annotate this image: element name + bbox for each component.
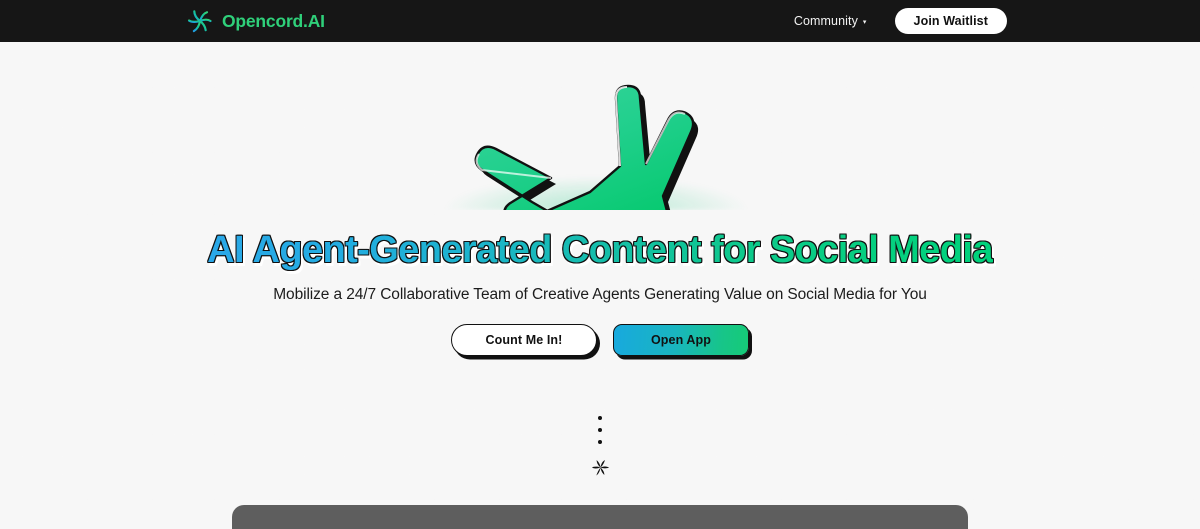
hero-artwork: [0, 42, 1200, 210]
count-me-in-button[interactable]: Count Me In!: [451, 324, 597, 356]
loading-indicator: [0, 416, 1200, 477]
brand-name: Opencord.AI: [222, 10, 325, 31]
pinwheel-spinner-icon: [591, 444, 610, 477]
chevron-down-icon: ▾: [862, 18, 867, 26]
nav-item-community-label: Community: [793, 14, 858, 28]
nav-item-community[interactable]: Community ▾: [794, 14, 867, 28]
green-hand-illustration: [0, 42, 1200, 210]
join-waitlist-button[interactable]: Join Waitlist: [894, 8, 1007, 34]
page-title-text: AI Agent-Generated Content for Social Me…: [207, 229, 993, 271]
pinwheel-logo-icon: [186, 7, 214, 35]
site-header: Opencord.AI Community ▾ Join Waitlist: [0, 0, 1200, 42]
loading-dot: [598, 416, 602, 420]
brand-logo[interactable]: Opencord.AI: [186, 7, 325, 35]
content-panel-top: [232, 505, 968, 529]
page-subtitle: Mobilize a 24/7 Collaborative Team of Cr…: [273, 286, 927, 303]
loading-dot: [598, 428, 602, 432]
loading-dots: [598, 416, 602, 444]
page-title: AI Agent-Generated Content for Social Me…: [0, 228, 1200, 272]
header-nav: Community ▾ Join Waitlist: [794, 8, 1007, 34]
cta-button-row: Count Me In! Open App: [0, 324, 1200, 356]
open-app-button[interactable]: Open App: [613, 324, 749, 356]
page-root: Opencord.AI Community ▾ Join Waitlist AI…: [0, 0, 1200, 529]
